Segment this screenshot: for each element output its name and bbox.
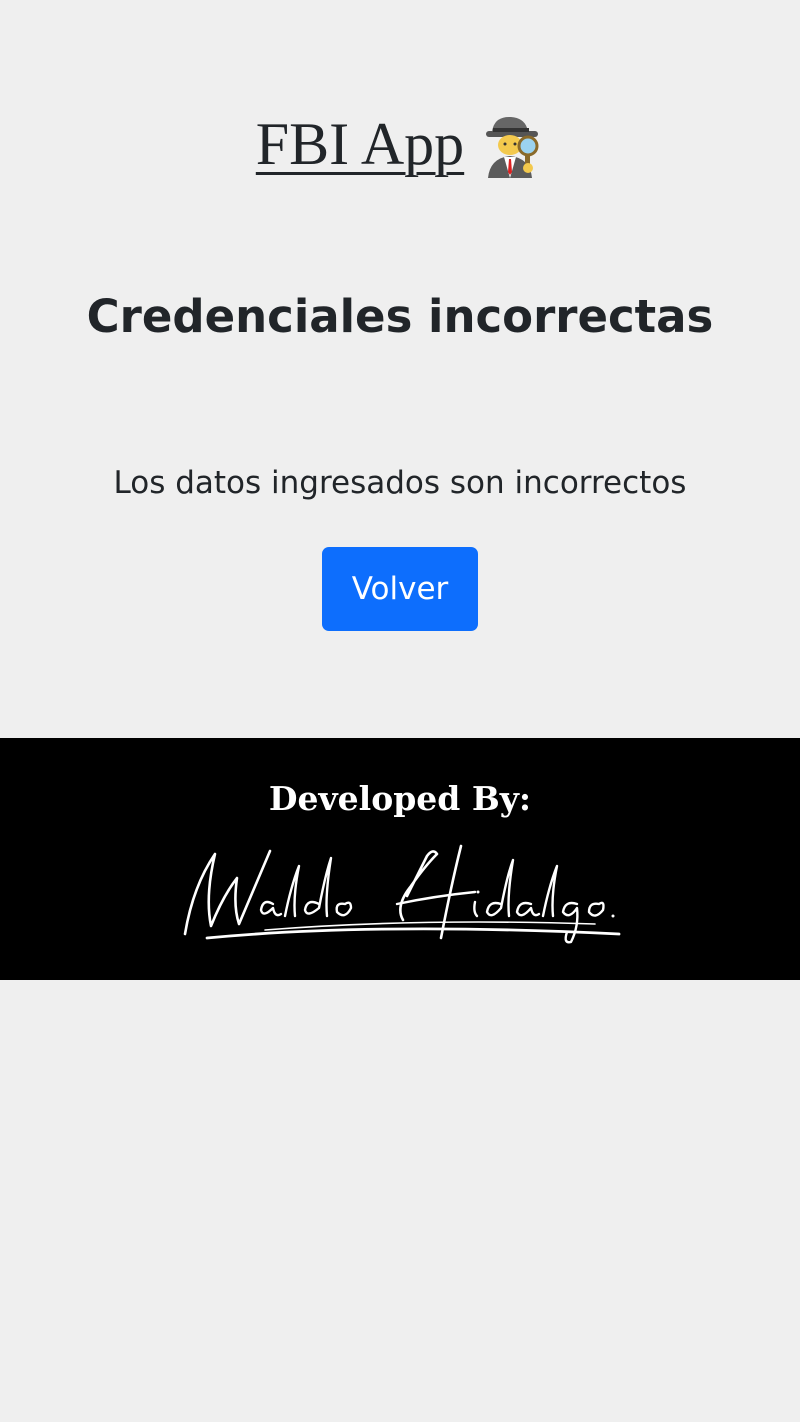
footer: Developed By: [0, 738, 800, 980]
brand-link[interactable]: FBI App [255, 108, 544, 178]
page-title: Credenciales incorrectas [86, 290, 714, 343]
error-message: Los datos ingresados son incorrectos [113, 465, 687, 501]
header: FBI App [0, 108, 800, 178]
brand-text: FBI App [255, 111, 465, 177]
back-button[interactable]: Volver [322, 547, 478, 631]
detective-emoji-icon [486, 116, 539, 178]
developed-by-label: Developed By: [268, 779, 532, 818]
signature-image [183, 844, 621, 944]
